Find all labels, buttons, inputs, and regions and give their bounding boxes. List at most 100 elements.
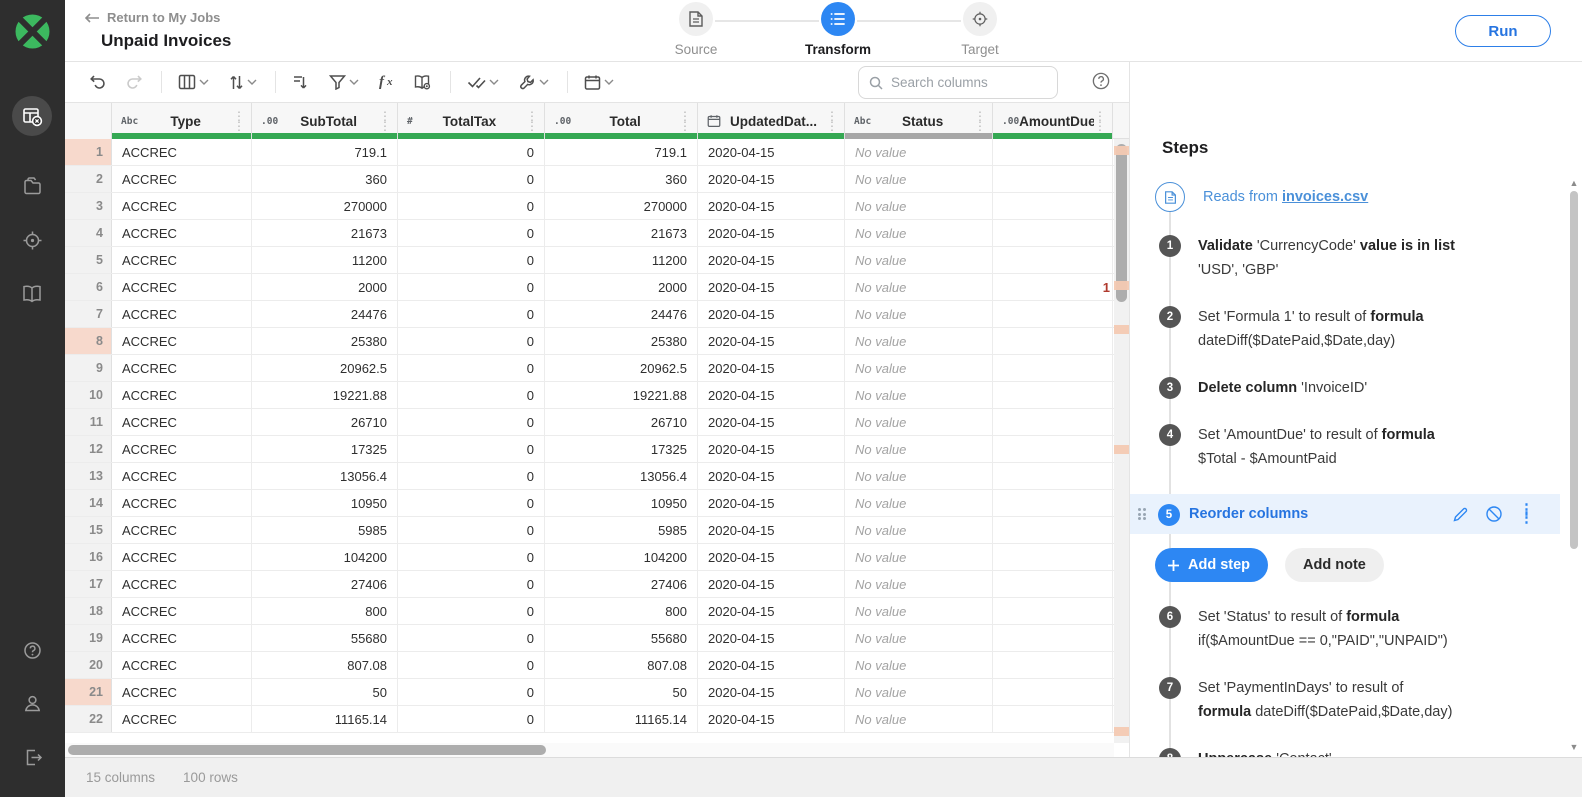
sidebar-item-job-table[interactable] xyxy=(12,96,52,136)
cell-subtotal[interactable]: 360 xyxy=(252,166,398,192)
cell-status[interactable]: No value xyxy=(845,706,993,732)
row-number-cell[interactable]: 17 xyxy=(65,571,112,597)
sidebar-item-targets[interactable] xyxy=(12,220,52,260)
table-row[interactable]: 5 ACCREC 11200 0 11200 2020-04-15 No val… xyxy=(65,247,1129,274)
row-number-cell[interactable]: 18 xyxy=(65,598,112,624)
cell-subtotal[interactable]: 5985 xyxy=(252,517,398,543)
logout-icon[interactable] xyxy=(12,737,52,777)
cell-total[interactable]: 50 xyxy=(545,679,698,705)
cell-status[interactable]: No value xyxy=(845,652,993,678)
scroll-down-arrow[interactable]: ▼ xyxy=(1568,741,1580,753)
add-step-button[interactable]: Add step xyxy=(1155,548,1269,582)
cell-updateddate[interactable]: 2020-04-15 xyxy=(698,436,845,462)
cell-status[interactable]: No value xyxy=(845,193,993,219)
stepper-transform[interactable]: Transform xyxy=(715,2,909,57)
cell-subtotal[interactable]: 807.08 xyxy=(252,652,398,678)
cell-totaltax[interactable]: 0 xyxy=(398,301,545,327)
drag-handle-icon[interactable] xyxy=(1138,508,1149,520)
column-header[interactable]: Abc Status ⋮ ⋮ xyxy=(845,103,993,139)
cell-type[interactable]: ACCREC xyxy=(112,193,252,219)
table-row[interactable]: 14 ACCREC 10950 0 10950 2020-04-15 No va… xyxy=(65,490,1129,517)
cell-type[interactable]: ACCREC xyxy=(112,571,252,597)
row-number-cell[interactable]: 20 xyxy=(65,652,112,678)
cell-totaltax[interactable]: 0 xyxy=(398,139,545,165)
row-number-cell[interactable]: 14 xyxy=(65,490,112,516)
cell-total[interactable]: 26710 xyxy=(545,409,698,435)
scroll-up-arrow[interactable]: ▲ xyxy=(1568,177,1580,189)
cell-subtotal[interactable]: 26710 xyxy=(252,409,398,435)
grid-horizontal-scrollbar[interactable] xyxy=(65,743,1114,757)
cell-total[interactable]: 25380 xyxy=(545,328,698,354)
cell-updateddate[interactable]: 2020-04-15 xyxy=(698,301,845,327)
cell-totaltax[interactable]: 0 xyxy=(398,517,545,543)
cell-type[interactable]: ACCREC xyxy=(112,625,252,651)
cell-totaltax[interactable]: 0 xyxy=(398,220,545,246)
cell-status[interactable]: No value xyxy=(845,355,993,381)
cell-total[interactable]: 11200 xyxy=(545,247,698,273)
lookup-button[interactable] xyxy=(407,70,438,95)
cell-type[interactable]: ACCREC xyxy=(112,139,252,165)
cell-type[interactable]: ACCREC xyxy=(112,382,252,408)
cell-total[interactable]: 17325 xyxy=(545,436,698,462)
cell-updateddate[interactable]: 2020-04-15 xyxy=(698,409,845,435)
cell-total[interactable]: 27406 xyxy=(545,571,698,597)
table-row[interactable]: 11 ACCREC 26710 0 26710 2020-04-15 No va… xyxy=(65,409,1129,436)
table-row[interactable]: 22 ACCREC 11165.14 0 11165.14 2020-04-15… xyxy=(65,706,1129,733)
back-to-jobs-link[interactable]: Return to My Jobs xyxy=(85,10,220,25)
cell-totaltax[interactable]: 0 xyxy=(398,193,545,219)
cell-updateddate[interactable]: 2020-04-15 xyxy=(698,193,845,219)
cell-totaltax[interactable]: 0 xyxy=(398,166,545,192)
table-row[interactable]: 4 ACCREC 21673 0 21673 2020-04-15 No val… xyxy=(65,220,1129,247)
row-number-cell[interactable]: 21 xyxy=(65,679,112,705)
cell-amountdue[interactable] xyxy=(993,517,1113,543)
cell-type[interactable]: ACCREC xyxy=(112,490,252,516)
cell-totaltax[interactable]: 0 xyxy=(398,274,545,300)
cell-updateddate[interactable]: 2020-04-15 xyxy=(698,544,845,570)
cell-amountdue[interactable] xyxy=(993,166,1113,192)
cell-type[interactable]: ACCREC xyxy=(112,706,252,732)
brand-logo-icon[interactable] xyxy=(10,9,55,54)
cell-updateddate[interactable]: 2020-04-15 xyxy=(698,652,845,678)
cell-totaltax[interactable]: 0 xyxy=(398,409,545,435)
formula-button[interactable]: fx xyxy=(373,70,399,95)
row-number-cell[interactable]: 16 xyxy=(65,544,112,570)
steps-scrollbar[interactable]: ▲ ▼ xyxy=(1568,177,1580,753)
column-header[interactable]: Abc Type ⋮ ⋮ xyxy=(112,103,252,139)
cell-totaltax[interactable]: 0 xyxy=(398,652,545,678)
table-row[interactable]: 9 ACCREC 20962.5 0 20962.5 2020-04-15 No… xyxy=(65,355,1129,382)
column-header[interactable]: .00 SubTotal ⋮ ⋮ xyxy=(252,103,398,139)
column-header[interactable]: .00 Total ⋮ ⋮ xyxy=(545,103,698,139)
cell-amountdue[interactable] xyxy=(993,679,1113,705)
grid-vertical-scrollbar[interactable] xyxy=(1114,139,1129,743)
row-number-cell[interactable]: 9 xyxy=(65,355,112,381)
cell-updateddate[interactable]: 2020-04-15 xyxy=(698,598,845,624)
cell-status[interactable]: No value xyxy=(845,409,993,435)
add-note-button[interactable]: Add note xyxy=(1285,548,1384,582)
table-row[interactable]: 19 ACCREC 55680 0 55680 2020-04-15 No va… xyxy=(65,625,1129,652)
edit-step-icon[interactable] xyxy=(1452,506,1469,523)
selected-step-row[interactable]: 5 Reorder columns ⋮ ⋮ xyxy=(1130,494,1560,534)
cell-subtotal[interactable]: 10950 xyxy=(252,490,398,516)
row-number-cell[interactable]: 11 xyxy=(65,409,112,435)
cell-status[interactable]: No value xyxy=(845,679,993,705)
cell-status[interactable]: No value xyxy=(845,382,993,408)
column-header[interactable]: .00 AmountDue ⋮ ⋮ xyxy=(993,103,1113,139)
column-menu-icon[interactable]: ⋮ ⋮ xyxy=(826,110,838,132)
cell-updateddate[interactable]: 2020-04-15 xyxy=(698,382,845,408)
row-number-cell[interactable]: 10 xyxy=(65,382,112,408)
step-item[interactable]: 7 Set 'PaymentInDays' to result of formula… xyxy=(1130,676,1560,724)
cell-type[interactable]: ACCREC xyxy=(112,598,252,624)
cell-amountdue[interactable] xyxy=(993,355,1113,381)
cell-subtotal[interactable]: 11200 xyxy=(252,247,398,273)
cell-total[interactable]: 719.1 xyxy=(545,139,698,165)
table-row[interactable]: 18 ACCREC 800 0 800 2020-04-15 No value xyxy=(65,598,1129,625)
row-number-cell[interactable]: 1 xyxy=(65,139,112,165)
cell-total[interactable]: 807.08 xyxy=(545,652,698,678)
column-header[interactable]: # TotalTax ⋮ ⋮ xyxy=(398,103,545,139)
cell-amountdue[interactable] xyxy=(993,598,1113,624)
cell-total[interactable]: 800 xyxy=(545,598,698,624)
cell-status[interactable]: No value xyxy=(845,598,993,624)
row-number-cell[interactable]: 3 xyxy=(65,193,112,219)
table-row[interactable]: 13 ACCREC 13056.4 0 13056.4 2020-04-15 N… xyxy=(65,463,1129,490)
cell-subtotal[interactable]: 55680 xyxy=(252,625,398,651)
